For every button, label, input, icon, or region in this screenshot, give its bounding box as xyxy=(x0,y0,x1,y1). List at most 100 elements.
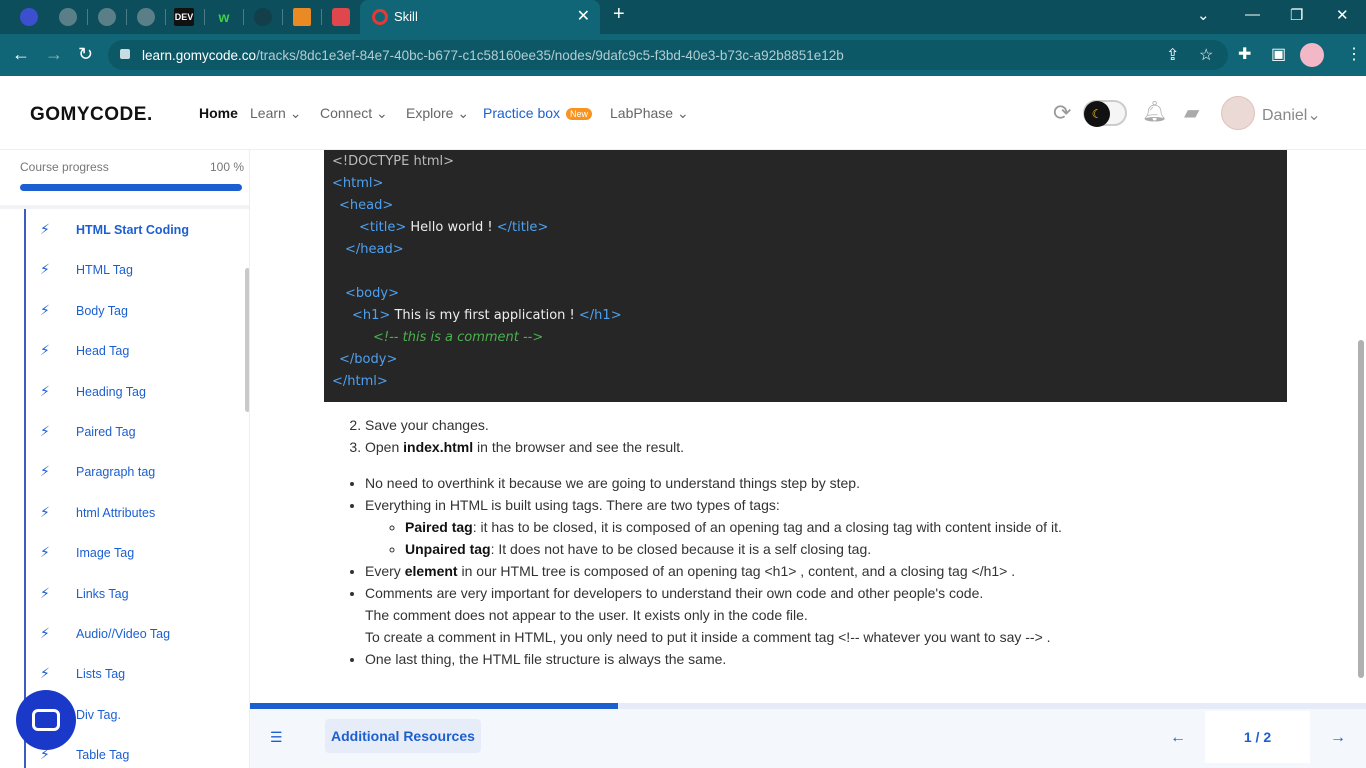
code-line-comment: <!-- this is a comment --> xyxy=(373,327,543,349)
profile-avatar[interactable] xyxy=(1300,43,1324,67)
sidebar-lesson-label: Table Tag xyxy=(76,748,130,763)
nav-explore[interactable]: Explore ⌄ xyxy=(406,105,469,122)
side-panel-icon[interactable]: ▣ xyxy=(1271,44,1286,64)
nav-connect[interactable]: Connect ⌄ xyxy=(320,105,388,122)
bookmark-star-icon[interactable]: ☆ xyxy=(1199,45,1213,65)
pinned-tab-app[interactable] xyxy=(20,8,38,26)
code-example: <!DOCTYPE html> <html> <head> <title> He… xyxy=(324,150,1287,402)
pinned-tab-github[interactable] xyxy=(254,8,272,26)
minimize-button[interactable]: — xyxy=(1245,6,1260,23)
sidebar-lesson-item[interactable]: ⚡︎ Image Tag xyxy=(26,542,226,566)
w-icon: w xyxy=(218,9,230,25)
address-bar[interactable]: learn.gomycode.co/tracks/8dc1e3ef-84e7-4… xyxy=(108,40,1228,70)
url-text: learn.gomycode.co/tracks/8dc1e3ef-84e7-4… xyxy=(142,48,844,63)
h1-close-tag: h1 xyxy=(594,308,611,323)
step-3-bold: index.html xyxy=(403,439,474,455)
note-item: One last thing, the HTML file structure … xyxy=(365,648,1330,670)
sidebar-lesson-item[interactable]: ⚡︎ Lists Tag xyxy=(26,663,226,687)
note-text: Everything in HTML is built using tags. … xyxy=(365,497,780,513)
close-window-button[interactable]: ✕ xyxy=(1336,6,1349,24)
gomycode-icon xyxy=(372,9,388,25)
nav-home[interactable]: Home xyxy=(199,105,238,121)
dark-mode-toggle[interactable]: ☾ xyxy=(1083,100,1127,127)
tab-search-chevron-icon[interactable]: ⌄ xyxy=(1197,6,1210,24)
pinned-tab-w[interactable]: w xyxy=(215,8,233,26)
title-close-tag: title xyxy=(512,220,538,235)
additional-resources-button[interactable]: Additional Resources xyxy=(325,719,481,753)
course-progress-value: 100 % xyxy=(210,160,245,174)
code-line-title: <title> Hello world ! </title> xyxy=(359,220,549,235)
chevron-down-icon: ⌄ xyxy=(376,105,388,121)
sidebar-lesson-item[interactable]: ⚡︎ Links Tag xyxy=(26,583,226,607)
support-chat-button[interactable] xyxy=(16,690,76,750)
user-avatar[interactable] xyxy=(1221,96,1255,130)
chat-bubble-icon xyxy=(32,709,60,731)
browser-menu-icon[interactable]: ⋮ xyxy=(1346,44,1362,64)
bell-icon[interactable]: 🔔︎ xyxy=(1142,99,1167,124)
nav-learn[interactable]: Learn ⌄ xyxy=(250,105,301,122)
note-item: Comments are very important for develope… xyxy=(365,582,1330,648)
new-badge: New xyxy=(566,108,593,120)
chevron-down-icon: ⌄ xyxy=(457,105,470,121)
head-open-tag: head xyxy=(349,198,383,213)
sidebar-lesson-label: Heading Tag xyxy=(76,384,146,399)
pinned-tab-globe-1[interactable] xyxy=(59,8,77,26)
restore-button[interactable]: ❐ xyxy=(1290,6,1303,24)
body-close-tag: /body xyxy=(349,352,387,367)
refresh-icon[interactable]: ⟳ xyxy=(1053,100,1071,126)
share-icon[interactable]: ⇪ xyxy=(1166,45,1179,65)
title-open-tag: title xyxy=(369,220,396,235)
tab-separator xyxy=(243,9,244,25)
step-3-text: Open xyxy=(365,439,404,455)
close-tab-icon[interactable]: ✕ xyxy=(577,6,590,26)
sidebar-lesson-item[interactable]: ⚡︎ Head Tag xyxy=(26,340,226,364)
note-text: The comment does not appear to the user.… xyxy=(365,607,808,623)
sidebar-lesson-label: HTML Tag xyxy=(76,263,133,278)
code-line-head-close: </head> xyxy=(345,242,404,257)
sidebar-lesson-item[interactable]: ⚡︎ Heading Tag xyxy=(26,381,226,405)
steps-list: Save your changes. Open index.html in th… xyxy=(330,414,1330,458)
active-tab[interactable]: Skill ✕ xyxy=(360,0,600,34)
sidebar-lesson-item[interactable]: ⚡︎ HTML Tag xyxy=(26,259,226,283)
sidebar-lesson-label: html Attributes xyxy=(76,505,156,520)
page-scrollbar[interactable] xyxy=(1358,340,1364,678)
pinned-tab-dev[interactable]: DEV xyxy=(174,8,194,26)
sidebar-lesson-item[interactable]: ⚡︎ Audio//Video Tag xyxy=(26,623,226,647)
step-item: Open index.html in the browser and see t… xyxy=(365,436,1330,458)
tag-type-name: Unpaired tag xyxy=(405,541,491,557)
next-page-arrow-icon[interactable]: → xyxy=(1330,729,1346,747)
sidebar-lesson-item[interactable]: ⚡︎ Paragraph tag xyxy=(26,461,226,485)
pinned-tab-globe-3[interactable] xyxy=(137,8,155,26)
bolt-icon: ⚡︎ xyxy=(40,665,50,682)
chevron-down-icon: ⌄ xyxy=(676,105,689,121)
chat-icon[interactable]: ▰ xyxy=(1184,100,1199,125)
forward-button[interactable]: → xyxy=(45,44,63,64)
html-open-tag: html xyxy=(342,176,373,191)
sidebar-lesson-label: Audio//Video Tag xyxy=(76,627,171,641)
course-progress-label: Course progress xyxy=(20,160,109,174)
user-menu[interactable]: Daniel⌄ xyxy=(1262,105,1321,125)
bolt-icon: ⚡︎ xyxy=(40,625,50,641)
pinned-tab-sketch[interactable] xyxy=(332,8,350,26)
dev-icon: DEV xyxy=(174,12,194,22)
previous-page-arrow-icon[interactable]: ← xyxy=(1170,729,1186,747)
nav-practice-box[interactable]: Practice box xyxy=(483,105,560,121)
pinned-tab-stack[interactable] xyxy=(293,8,311,26)
sidebar-lesson-item[interactable]: ⚡︎ Paired Tag xyxy=(26,421,226,445)
sidebar-scrollbar[interactable] xyxy=(245,268,249,412)
reload-button[interactable]: ↻ xyxy=(78,44,93,64)
lesson-content: Save your changes. Open index.html in th… xyxy=(330,414,1330,670)
back-button[interactable]: ← xyxy=(12,44,30,64)
sidebar-lesson-item[interactable]: ⚡︎ html Attributes xyxy=(26,502,226,526)
nav-labphase[interactable]: LabPhase ⌄ xyxy=(610,105,689,122)
pinned-tab-globe-2[interactable] xyxy=(98,8,116,26)
new-tab-button[interactable]: + xyxy=(613,3,625,26)
sidebar-lesson-item[interactable]: ⚡︎ HTML Start Coding xyxy=(26,219,226,243)
tag-type-desc: : it has to be closed, it is composed of… xyxy=(472,519,1062,535)
sidebar-lesson-item[interactable]: ⚡︎ Body Tag xyxy=(26,300,226,324)
gomycode-logo[interactable]: GOMYCODE. xyxy=(30,104,153,126)
extensions-puzzle-icon[interactable]: ✚ xyxy=(1238,44,1251,64)
course-progress-fill xyxy=(20,184,242,191)
bolt-icon: ⚡︎ xyxy=(40,423,50,439)
list-menu-icon[interactable]: ☰ xyxy=(270,729,283,746)
